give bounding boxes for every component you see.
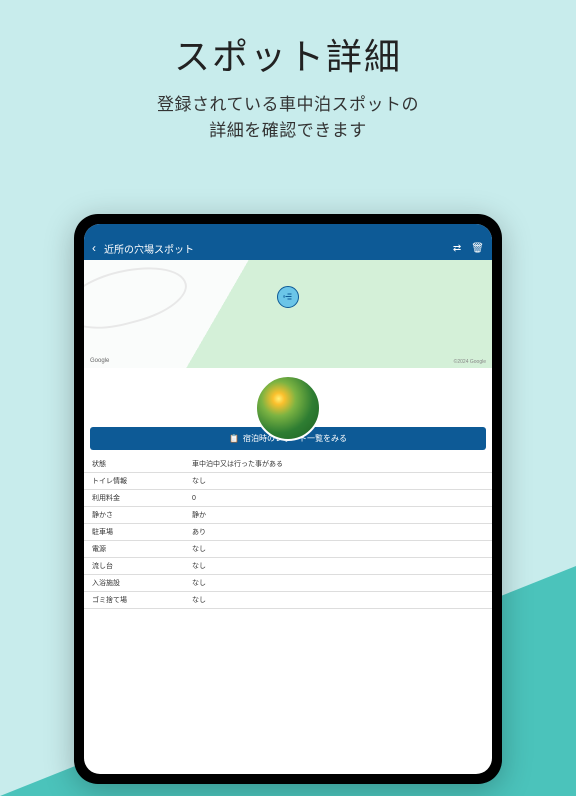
row-label: 流し台 bbox=[84, 558, 184, 574]
row-label: トイレ情報 bbox=[84, 473, 184, 489]
row-value: 0 bbox=[184, 492, 492, 505]
row-value: なし bbox=[184, 592, 492, 608]
subtitle-line-1: 登録されている車中泊スポットの bbox=[0, 92, 576, 118]
row-label: 電源 bbox=[84, 541, 184, 557]
table-row: 入浴施設 なし bbox=[84, 575, 492, 592]
spot-avatar[interactable] bbox=[255, 375, 321, 441]
status-bar bbox=[84, 224, 492, 236]
table-row: 利用料金 0 bbox=[84, 490, 492, 507]
map-attribution: ©2024 Google bbox=[454, 359, 486, 365]
back-button[interactable]: ‹ bbox=[92, 241, 96, 255]
table-row: 電源 なし bbox=[84, 541, 492, 558]
row-value: なし bbox=[184, 558, 492, 574]
row-value: なし bbox=[184, 541, 492, 557]
table-row: 駐車場 あり bbox=[84, 524, 492, 541]
table-row: 状態 車中泊中又は行った事がある bbox=[84, 456, 492, 473]
page-subtitle: 登録されている車中泊スポットの 詳細を確認できます bbox=[0, 92, 576, 143]
tablet-screen: ‹ 近所の穴場スポット ⇄ 🗑 Google ©2024 Google RVパー… bbox=[84, 224, 492, 774]
row-value: あり bbox=[184, 524, 492, 540]
table-row: 静かさ 静か bbox=[84, 507, 492, 524]
map-pin-icon[interactable] bbox=[277, 286, 299, 308]
table-row: ゴミ捨て場 なし bbox=[84, 592, 492, 609]
translate-icon[interactable]: ⇄ bbox=[453, 243, 461, 254]
row-value: 静か bbox=[184, 507, 492, 523]
row-value: なし bbox=[184, 575, 492, 591]
tablet-frame: ‹ 近所の穴場スポット ⇄ 🗑 Google ©2024 Google RVパー… bbox=[74, 214, 502, 784]
page-title: スポット詳細 bbox=[0, 28, 576, 80]
row-label: 利用料金 bbox=[84, 490, 184, 506]
row-label: 入浴施設 bbox=[84, 575, 184, 591]
row-label: ゴミ捨て場 bbox=[84, 592, 184, 608]
row-label: 駐車場 bbox=[84, 524, 184, 540]
app-bar-title: 近所の穴場スポット bbox=[104, 241, 453, 256]
row-value: なし bbox=[184, 473, 492, 489]
app-bar: ‹ 近所の穴場スポット ⇄ 🗑 bbox=[84, 236, 492, 260]
detail-table: 状態 車中泊中又は行った事がある トイレ情報 なし 利用料金 0 静かさ 静か … bbox=[84, 456, 492, 609]
row-label: 状態 bbox=[84, 456, 184, 472]
row-label: 静かさ bbox=[84, 507, 184, 523]
subtitle-line-2: 詳細を確認できます bbox=[0, 118, 576, 144]
table-row: トイレ情報 なし bbox=[84, 473, 492, 490]
google-logo: Google bbox=[90, 358, 109, 364]
row-value: 車中泊中又は行った事がある bbox=[184, 456, 492, 472]
table-row: 流し台 なし bbox=[84, 558, 492, 575]
trash-icon[interactable]: 🗑 bbox=[471, 243, 484, 254]
report-icon: 📋 bbox=[229, 434, 239, 443]
map-view[interactable]: Google ©2024 Google bbox=[84, 260, 492, 368]
